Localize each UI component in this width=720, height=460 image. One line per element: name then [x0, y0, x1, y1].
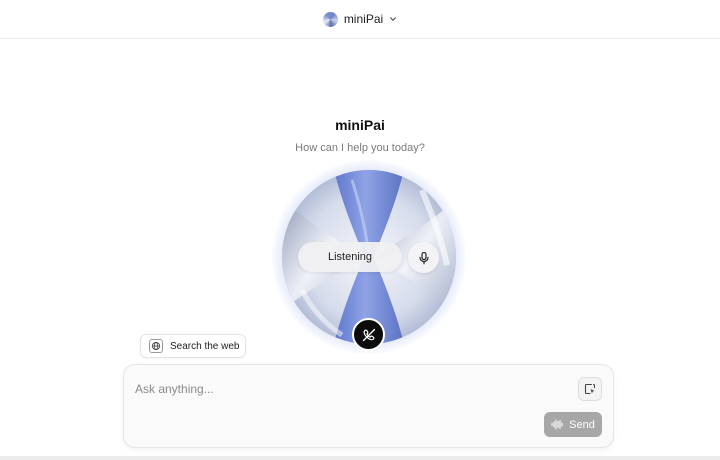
model-name: miniPai	[343, 12, 384, 26]
attach-button[interactable]	[578, 377, 602, 401]
globe-icon	[149, 339, 163, 353]
send-label: Send	[569, 418, 595, 431]
microphone-icon	[418, 251, 429, 264]
listening-status: Listening	[298, 242, 402, 272]
bottom-edge	[0, 456, 720, 460]
orb-logo-icon	[322, 11, 338, 27]
microphone-button[interactable]	[408, 242, 439, 273]
chevron-down-icon	[390, 17, 397, 21]
message-composer: Send	[123, 364, 614, 448]
attach-icon	[584, 383, 596, 395]
assistant-subtitle: How can I help you today?	[295, 142, 425, 154]
top-bar: miniPai	[0, 0, 720, 39]
message-input[interactable]	[135, 379, 515, 399]
assistant-title: miniPai	[335, 117, 385, 133]
send-button[interactable]: Send	[544, 412, 602, 437]
search-web-toggle[interactable]: Search the web	[140, 334, 246, 358]
model-selector[interactable]: miniPai	[317, 8, 403, 31]
waveform-icon	[551, 419, 563, 430]
search-web-label: Search the web	[170, 340, 240, 352]
phone-off-icon	[362, 328, 375, 341]
end-voice-button[interactable]	[352, 318, 385, 351]
chat-page: miniPai miniPai How can I help you today…	[0, 0, 720, 460]
